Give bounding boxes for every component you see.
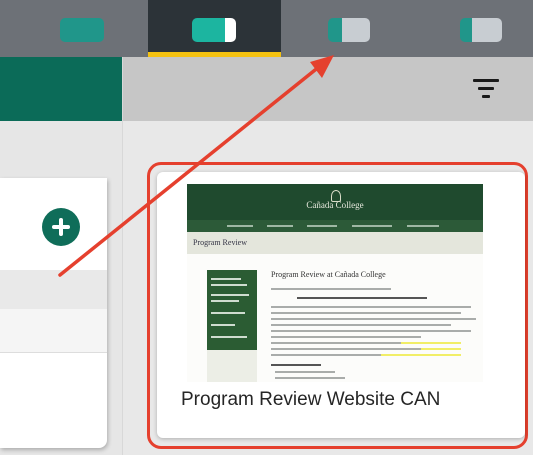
thumbnail-sidebar-footer	[207, 350, 257, 382]
left-panel-card	[0, 178, 107, 448]
website-card[interactable]: Cañada College Program Review Program Re…	[157, 172, 525, 438]
layout-toolbar	[0, 0, 533, 57]
thumbnail-content-title: Program Review at Cañada College	[271, 270, 386, 279]
thumbnail-site-name: Cañada College	[299, 190, 371, 214]
thumbnail-site-header: Cañada College	[187, 184, 483, 220]
website-thumbnail: Cañada College Program Review Program Re…	[187, 184, 483, 382]
left-panel-header	[0, 57, 122, 121]
thumbnail-sidebar	[207, 270, 257, 350]
narrow-left-pane-layout-icon	[460, 18, 502, 42]
thumbnail-page-heading-band: Program Review	[187, 232, 483, 254]
card-title: Program Review Website CAN	[181, 389, 441, 410]
left-panel	[0, 57, 122, 455]
single-pane-layout-icon	[60, 18, 104, 42]
right-panel: Cañada College Program Review Program Re…	[122, 57, 533, 455]
filter-icon[interactable]	[473, 79, 499, 99]
layout-button-narrow[interactable]	[420, 0, 533, 57]
thumbnail-nav-bar	[187, 220, 483, 232]
right-panel-header	[123, 57, 533, 121]
thumbnail-page-heading: Program Review	[193, 238, 247, 247]
layout-button-split[interactable]	[285, 0, 415, 57]
layout-button-sidebar[interactable]	[148, 0, 281, 57]
layout-button-single[interactable]	[10, 0, 140, 57]
plus-circle-icon[interactable]	[42, 208, 80, 246]
list-item[interactable]	[0, 309, 107, 353]
pane-with-sidebar-layout-icon	[192, 18, 236, 42]
left-panel-divider	[0, 270, 107, 309]
split-pane-layout-icon	[328, 18, 370, 42]
